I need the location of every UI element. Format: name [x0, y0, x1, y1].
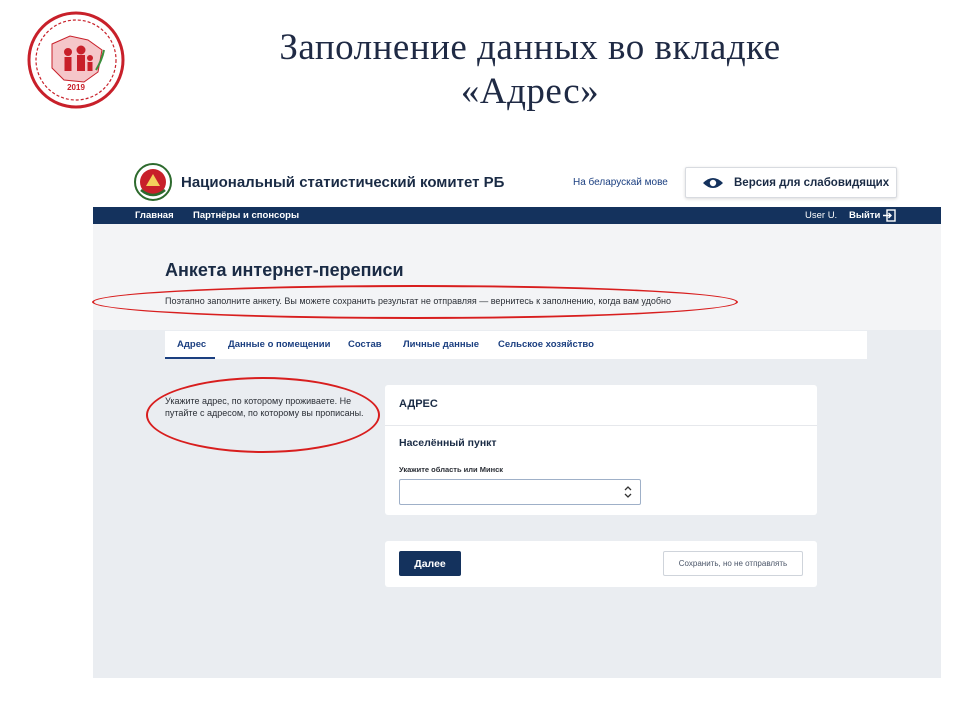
form-tabs: Адрес Данные о помещении Состав Личные д…	[165, 331, 867, 359]
slide-title-line2: «Адрес»	[460, 71, 600, 112]
nav-item-partners[interactable]: Партнёры и спонсоры	[193, 210, 299, 221]
slide-title: Заполнение данных во вкладке «Адрес»	[200, 26, 860, 114]
tab-address[interactable]: Адрес	[177, 339, 206, 350]
nav-item-home[interactable]: Главная	[135, 210, 174, 221]
slide-title-line1: Заполнение данных во вкладке	[279, 27, 781, 68]
logo-year: 2019	[67, 83, 85, 92]
updown-chevron-icon	[624, 486, 632, 498]
census-form-screenshot: Национальный статистический комитет РБ Н…	[93, 155, 941, 678]
card-divider	[385, 425, 817, 426]
save-draft-button[interactable]: Сохранить, но не отправлять	[663, 551, 803, 576]
page-header: Анкета интернет-переписи Поэтапно заполн…	[93, 224, 941, 330]
next-button[interactable]: Далее	[399, 551, 461, 576]
logout-icon[interactable]	[883, 209, 896, 222]
tab-agriculture[interactable]: Сельское хозяйство	[498, 339, 594, 350]
page-subtitle: Поэтапно заполните анкету. Вы можете сох…	[165, 296, 671, 306]
eye-icon	[703, 177, 723, 188]
address-card: АДРЕС Населённый пункт Укажите область и…	[385, 385, 817, 515]
address-card-title: АДРЕС	[399, 398, 438, 410]
tab-premises[interactable]: Данные о помещении	[228, 339, 330, 350]
site-header: Национальный статистический комитет РБ Н…	[93, 155, 941, 207]
site-name: Национальный статистический комитет РБ	[181, 174, 505, 191]
language-link[interactable]: На беларускай мове	[573, 177, 668, 188]
address-hint: Укажите адрес, по которому проживаете. Н…	[165, 396, 364, 418]
census-logo: 2019	[27, 11, 125, 109]
actions-card: Далее Сохранить, но не отправлять	[385, 541, 817, 587]
low-vision-button[interactable]: Версия для слабовидящих	[685, 167, 897, 198]
logout-link[interactable]: Выйти	[849, 210, 880, 221]
locality-title: Населённый пункт	[399, 437, 497, 449]
tab-household[interactable]: Состав	[348, 339, 382, 350]
emblem-icon	[134, 163, 172, 201]
top-navbar: Главная Партнёры и спонсоры User U. Выйт…	[93, 207, 941, 224]
user-name[interactable]: User U.	[805, 210, 837, 221]
low-vision-label: Версия для слабовидящих	[734, 176, 890, 189]
region-select[interactable]	[399, 479, 641, 505]
active-tab-indicator	[165, 357, 215, 359]
page-title: Анкета интернет-переписи	[165, 260, 404, 280]
region-label: Укажите область или Минск	[399, 465, 504, 474]
tab-personal[interactable]: Личные данные	[403, 339, 479, 350]
